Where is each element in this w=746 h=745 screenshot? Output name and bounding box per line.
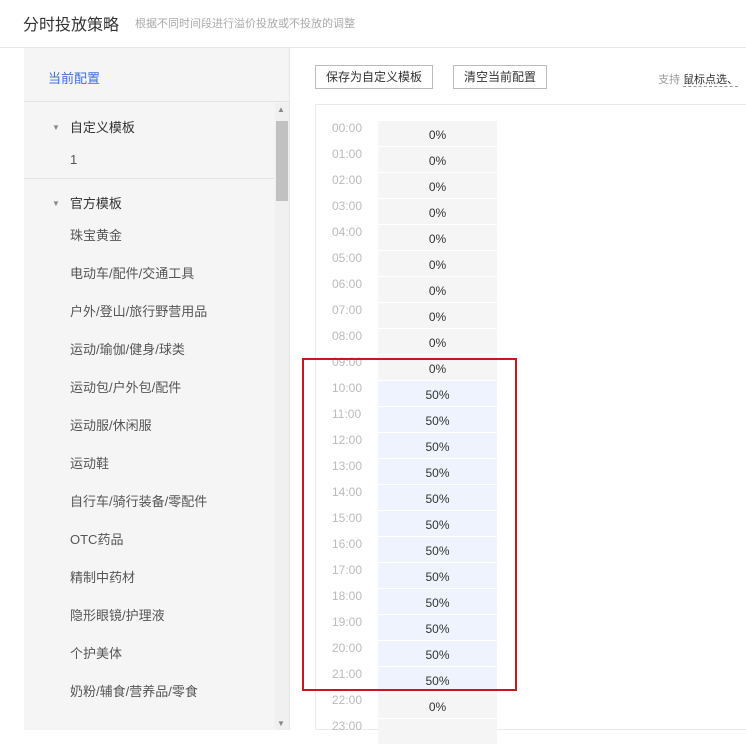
rate-cell[interactable]: 0%	[378, 329, 497, 354]
schedule-row: 22:00 0%	[316, 693, 516, 719]
group-label: 自定义模板	[69, 120, 135, 135]
schedule-row: 06:00 0%	[316, 277, 516, 303]
template-item[interactable]: 运动包/户外包/配件	[24, 369, 274, 407]
header: 分时投放策略 根据不同时间段进行溢价投放或不投放的调整	[0, 0, 746, 48]
time-label: 03:00	[332, 199, 363, 213]
scrollbar-thumb[interactable]	[276, 121, 288, 201]
rate-cell[interactable]: 0%	[378, 199, 497, 224]
time-label: 05:00	[332, 251, 363, 265]
template-group[interactable]: ▼ 自定义模板	[24, 103, 274, 141]
template-item[interactable]: 精制中药材	[24, 559, 274, 597]
support-hint: 支持 鼠标点选、	[658, 71, 739, 87]
template-item[interactable]: 隐形眼镜/护理液	[24, 597, 274, 635]
caret-down-icon: ▼	[52, 123, 60, 132]
rate-cell[interactable]: 0%	[378, 147, 497, 172]
rate-cell[interactable]: 0%	[378, 225, 497, 250]
time-label: 04:00	[332, 225, 363, 239]
template-item[interactable]: 自行车/骑行装备/零配件	[24, 483, 274, 521]
schedule-row: 00:00 0%	[316, 121, 516, 147]
rate-cell[interactable]: 0%	[378, 121, 497, 146]
rate-cell[interactable]: 0%	[378, 303, 497, 328]
clear-config-button[interactable]: 清空当前配置	[453, 65, 548, 89]
support-link[interactable]: 鼠标点选、	[683, 74, 739, 87]
rate-cell[interactable]: 0%	[378, 251, 497, 276]
schedule-row: 04:00 0%	[316, 225, 516, 251]
scroll-down-icon[interactable]: ▼	[277, 719, 285, 728]
time-label: 08:00	[332, 329, 363, 343]
time-label: 07:00	[332, 303, 363, 317]
template-item[interactable]: 1	[24, 141, 274, 179]
schedule-row: 02:00 0%	[316, 173, 516, 199]
template-item[interactable]: 户外/登山/旅行野营用品	[24, 293, 274, 331]
schedule-row: 08:00 0%	[316, 329, 516, 355]
time-label: 00:00	[332, 121, 363, 135]
rate-cell[interactable]: 0%	[378, 173, 497, 198]
time-label: 22:00	[332, 693, 363, 707]
schedule-row: 01:00 0%	[316, 147, 516, 173]
support-prefix: 支持	[658, 74, 680, 86]
template-item[interactable]: 奶粉/辅食/营养品/零食	[24, 673, 274, 711]
rate-cell[interactable]	[378, 719, 497, 744]
time-label: 06:00	[332, 277, 363, 291]
template-item[interactable]: 珠宝黄金	[24, 217, 274, 255]
highlight-box	[302, 358, 517, 691]
time-label: 02:00	[332, 173, 363, 187]
schedule-row: 05:00 0%	[316, 251, 516, 277]
template-list: ▼ 自定义模板 1 ▼ 官方模板珠宝黄金 电动车/配件/交通工具 户外/登山/旅行野营用品运…	[24, 103, 274, 711]
template-item[interactable]: 运动鞋	[24, 445, 274, 483]
save-template-button[interactable]: 保存为自定义模板	[315, 65, 434, 89]
rate-cell[interactable]: 0%	[378, 277, 497, 302]
template-sidebar: 当前配置 ▼ 自定义模板 1 ▼ 官方模板珠宝黄金 电动车/配件/交通工具 户外/登山/旅行…	[24, 48, 290, 730]
scrollbar[interactable]: ▲ ▼	[275, 103, 289, 730]
current-config-tab[interactable]: 当前配置	[24, 48, 289, 102]
rate-cell[interactable]: 0%	[378, 693, 497, 718]
caret-down-icon: ▼	[52, 199, 60, 208]
page-title: 分时投放策略	[23, 17, 120, 34]
template-item[interactable]: OTC药品	[24, 521, 274, 559]
template-item[interactable]: 电动车/配件/交通工具	[24, 255, 274, 293]
template-item[interactable]: 运动服/休闲服	[24, 407, 274, 445]
schedule-row: 23:00	[316, 719, 516, 745]
template-item[interactable]: 运动/瑜伽/健身/球类	[24, 331, 274, 369]
template-group[interactable]: ▼ 官方模板	[24, 179, 274, 217]
schedule-row: 03:00 0%	[316, 199, 516, 225]
page-subtitle: 根据不同时间段进行溢价投放或不投放的调整	[135, 18, 355, 30]
schedule-row: 07:00 0%	[316, 303, 516, 329]
template-item[interactable]: 个护美体	[24, 635, 274, 673]
scroll-up-icon[interactable]: ▲	[277, 105, 285, 114]
time-label: 01:00	[332, 147, 363, 161]
time-label: 23:00	[332, 719, 363, 733]
group-label: 官方模板	[69, 196, 122, 211]
